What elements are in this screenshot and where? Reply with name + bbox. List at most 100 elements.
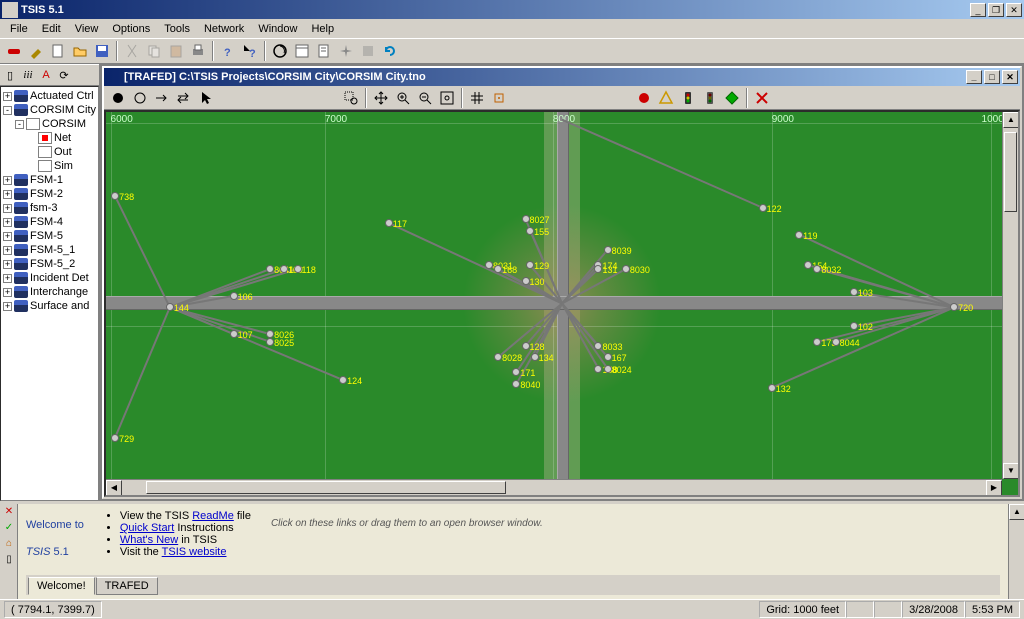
network-node[interactable] (795, 231, 803, 239)
network-canvas[interactable]: 6000 7000 8000 9000 10000 73811780411691… (104, 110, 1020, 497)
restore-button[interactable]: ❐ (988, 3, 1004, 17)
scroll-up-button[interactable]: ▲ (1003, 112, 1019, 128)
tree-up-icon[interactable]: ▯ (2, 67, 18, 83)
horizontal-scrollbar[interactable]: ◀ ▶ (106, 479, 1002, 495)
tree-item[interactable]: +FSM-4 (3, 215, 96, 229)
network-node[interactable] (950, 303, 958, 311)
tab-welcome[interactable]: Welcome! (28, 577, 95, 595)
close-panel-icon[interactable]: ✕ (2, 506, 16, 520)
network-node[interactable] (531, 353, 539, 361)
network-node[interactable] (266, 265, 274, 273)
welcome-link[interactable]: TSIS website (162, 546, 227, 558)
child-close-button[interactable]: ✕ (1002, 70, 1018, 84)
window-icon[interactable] (292, 41, 312, 61)
save-icon[interactable] (92, 41, 112, 61)
network-node[interactable] (604, 246, 612, 254)
menu-options[interactable]: Options (106, 21, 156, 37)
network-node[interactable] (294, 265, 302, 273)
tree-item[interactable]: +Incident Det (3, 271, 96, 285)
tree-expander[interactable]: + (3, 190, 12, 199)
output-scroll-up[interactable]: ▲ (1009, 504, 1024, 520)
network-node[interactable] (230, 330, 238, 338)
zoom-in-icon[interactable] (393, 88, 413, 108)
welcome-link[interactable]: ReadMe (192, 510, 234, 522)
car-red-icon[interactable] (4, 41, 24, 61)
help-icon[interactable]: ? (218, 41, 238, 61)
tree-expander[interactable]: - (3, 106, 12, 115)
network-node[interactable] (280, 265, 288, 273)
network-node[interactable] (526, 261, 534, 269)
grid-icon[interactable] (467, 88, 487, 108)
zoom-window-icon[interactable] (341, 88, 361, 108)
network-node[interactable] (385, 219, 393, 227)
network-node[interactable] (832, 338, 840, 346)
minimize-button[interactable]: _ (970, 3, 986, 17)
close-button[interactable]: ✕ (1006, 3, 1022, 17)
tree-expander[interactable]: + (3, 204, 12, 213)
network-node[interactable] (266, 338, 274, 346)
script-icon[interactable] (314, 41, 334, 61)
menu-tools[interactable]: Tools (158, 21, 196, 37)
network-node[interactable] (804, 261, 812, 269)
network-node[interactable] (512, 368, 520, 376)
link-tool-icon[interactable] (130, 88, 150, 108)
network-node[interactable] (166, 303, 174, 311)
select-tool-icon[interactable] (196, 88, 216, 108)
cut-icon[interactable] (122, 41, 142, 61)
vertical-scrollbar[interactable]: ▲ ▼ (1002, 112, 1018, 479)
welcome-link[interactable]: What's New (120, 534, 178, 546)
node-tool-icon[interactable] (108, 88, 128, 108)
context-help-icon[interactable]: ? (240, 41, 260, 61)
warning-icon[interactable] (656, 88, 676, 108)
tree-item[interactable]: +FSM-5 (3, 229, 96, 243)
twoway-tool-icon[interactable] (174, 88, 194, 108)
scroll-thumb-v[interactable] (1004, 132, 1017, 212)
tree-expander[interactable]: - (15, 120, 24, 129)
tree-expander[interactable]: + (3, 274, 12, 283)
tree-item[interactable]: +FSM-2 (3, 187, 96, 201)
check-panel-icon[interactable]: ✓ (2, 522, 16, 536)
tree-item[interactable]: Net (3, 131, 96, 145)
refresh-icon[interactable] (380, 41, 400, 61)
zoom-out-icon[interactable] (415, 88, 435, 108)
paste-icon[interactable] (166, 41, 186, 61)
stop-icon[interactable] (358, 41, 378, 61)
network-node[interactable] (622, 265, 630, 273)
tab-trafed[interactable]: TRAFED (96, 577, 158, 595)
record-icon[interactable] (634, 88, 654, 108)
new-icon[interactable] (48, 41, 68, 61)
menu-edit[interactable]: Edit (36, 21, 67, 37)
tree-item[interactable]: +Actuated Ctrl (3, 89, 96, 103)
tree-expander[interactable]: + (3, 260, 12, 269)
tree-expander[interactable]: + (3, 302, 12, 311)
scroll-thumb-h[interactable] (146, 481, 506, 494)
network-node[interactable] (111, 192, 119, 200)
menu-window[interactable]: Window (252, 21, 303, 37)
network-node[interactable] (485, 261, 493, 269)
menu-view[interactable]: View (69, 21, 105, 37)
tree-item[interactable]: +Interchange (3, 285, 96, 299)
tree-item[interactable]: +FSM-1 (3, 173, 96, 187)
network-node[interactable] (230, 292, 238, 300)
tree-text-icon[interactable]: A (38, 67, 54, 83)
tree-item[interactable]: +FSM-5_2 (3, 257, 96, 271)
tree-item[interactable]: +fsm-3 (3, 201, 96, 215)
network-node[interactable] (512, 380, 520, 388)
tree-expander[interactable]: + (3, 246, 12, 255)
tree-expander[interactable]: + (3, 176, 12, 185)
network-node[interactable] (111, 434, 119, 442)
tree-refresh-icon[interactable]: ⟳ (56, 67, 72, 83)
scroll-right-button[interactable]: ▶ (986, 480, 1002, 496)
open-icon[interactable] (70, 41, 90, 61)
doc-panel-icon[interactable]: ▯ (2, 554, 16, 568)
diamond-icon[interactable] (722, 88, 742, 108)
project-tree[interactable]: +Actuated Ctrl-CORSIM City-CORSIMNetOutS… (0, 86, 99, 501)
tree-expander[interactable]: + (3, 92, 12, 101)
network-node[interactable] (339, 376, 347, 384)
tree-expander[interactable]: + (3, 288, 12, 297)
tree-item[interactable]: +FSM-5_1 (3, 243, 96, 257)
menu-file[interactable]: File (4, 21, 34, 37)
print-icon[interactable] (188, 41, 208, 61)
tree-expander[interactable]: + (3, 232, 12, 241)
network-node[interactable] (522, 342, 530, 350)
